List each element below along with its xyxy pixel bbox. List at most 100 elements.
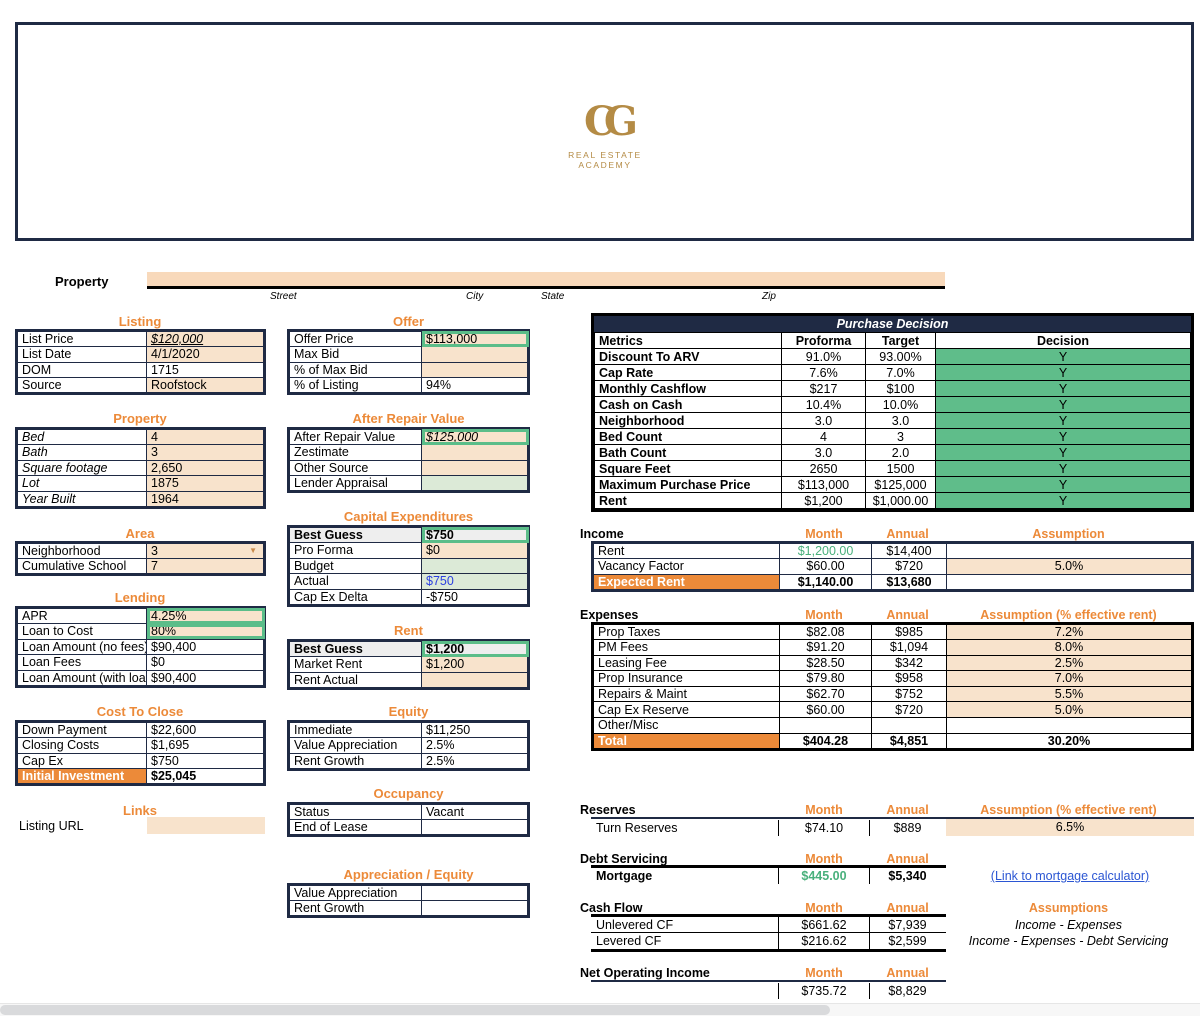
list-date-cell[interactable]: 4/1/2020 — [146, 346, 265, 363]
target-cell[interactable]: $1,000.00 — [865, 492, 936, 509]
expense-annual-cell[interactable]: $1,094 — [871, 639, 947, 656]
property-address-input[interactable] — [147, 272, 945, 289]
expense-annual-cell[interactable]: $342 — [871, 654, 947, 672]
dom-cell[interactable]: 1715 — [146, 361, 265, 379]
lot-cell[interactable]: 1875 — [146, 475, 265, 492]
decision-cell[interactable]: Y — [935, 444, 1191, 461]
proforma-cell[interactable]: 2650 — [781, 460, 866, 477]
down-payment-cell[interactable]: $22,600 — [146, 721, 265, 738]
year-built-cell[interactable]: 1964 — [146, 490, 265, 508]
expense-assumption-cell[interactable]: 2.5% — [946, 654, 1193, 672]
max-bid-cell[interactable] — [421, 346, 529, 363]
decision-cell[interactable]: Y — [935, 492, 1191, 509]
initial-investment-cell[interactable]: $25,045 — [146, 768, 265, 786]
decision-cell[interactable]: Y — [935, 428, 1191, 445]
loan-to-cost-cell[interactable]: 80% — [146, 623, 265, 640]
capex-actual-cell[interactable]: $750 — [421, 573, 529, 590]
mortgage-annual[interactable]: $5,340 — [870, 869, 945, 883]
decision-cell[interactable]: Y — [935, 396, 1191, 413]
decision-cell[interactable]: Y — [935, 476, 1191, 493]
bath-cell[interactable]: 3 — [146, 444, 265, 461]
expense-assumption-cell[interactable]: 7.0% — [946, 670, 1193, 687]
decision-cell[interactable]: Y — [935, 348, 1191, 365]
pct-max-bid-cell[interactable] — [421, 361, 529, 379]
value-appreciation-cell[interactable]: 2.5% — [421, 737, 529, 754]
pct-listing-cell[interactable]: 94% — [421, 377, 529, 395]
target-cell[interactable]: 7.0% — [865, 364, 936, 381]
horizontal-scrollbar-thumb[interactable] — [0, 1005, 830, 1015]
proforma-cell[interactable]: $1,200 — [781, 492, 866, 509]
unlevered-cf-annual[interactable]: $7,939 — [870, 918, 945, 932]
bed-cell[interactable]: 4 — [146, 428, 265, 445]
expense-assumption-cell[interactable] — [946, 716, 1193, 734]
capex-delta-cell[interactable]: -$750 — [421, 588, 529, 606]
expense-assumption-cell[interactable]: 30.20% — [946, 732, 1193, 750]
offer-price-cell[interactable]: $113,000 — [421, 330, 529, 347]
rent-growth-input[interactable] — [421, 900, 529, 917]
cumulative-school-cell[interactable]: 7 — [146, 558, 265, 575]
vacancy-assumption-cell[interactable]: 5.0% — [946, 558, 1193, 575]
expense-assumption-cell[interactable]: 5.0% — [946, 701, 1193, 718]
target-cell[interactable]: $100 — [865, 380, 936, 397]
value-appreciation-input[interactable] — [421, 884, 529, 901]
expected-rent-annual-cell[interactable]: $13,680 — [871, 573, 947, 591]
rent-annual-cell[interactable]: $14,400 — [871, 542, 947, 559]
target-cell[interactable]: 3 — [865, 428, 936, 445]
turn-reserves-assumption[interactable]: 6.5% — [946, 819, 1194, 836]
turn-reserves-month[interactable]: $74.10 — [780, 821, 868, 835]
decision-cell[interactable]: Y — [935, 380, 1191, 397]
expense-annual-cell[interactable]: $958 — [871, 670, 947, 687]
expense-month-cell[interactable]: $62.70 — [779, 685, 872, 703]
capex-best-guess-cell[interactable]: $750 — [421, 526, 529, 543]
expected-rent-month-cell[interactable]: $1,140.00 — [779, 573, 872, 591]
other-source-cell[interactable] — [421, 459, 529, 477]
expense-month-cell[interactable]: $82.08 — [779, 623, 872, 640]
rent-actual-cell[interactable] — [421, 671, 529, 689]
target-cell[interactable]: $125,000 — [865, 476, 936, 493]
proforma-cell[interactable]: 7.6% — [781, 364, 866, 381]
listing-url-input[interactable] — [147, 817, 265, 834]
expense-annual-cell[interactable] — [871, 716, 947, 734]
target-cell[interactable]: 10.0% — [865, 396, 936, 413]
lender-appraisal-cell[interactable] — [421, 475, 529, 493]
levered-cf-annual[interactable]: $2,599 — [870, 934, 945, 948]
expense-annual-cell[interactable]: $752 — [871, 685, 947, 703]
target-cell[interactable]: 93.00% — [865, 348, 936, 365]
target-cell[interactable]: 3.0 — [865, 412, 936, 429]
expense-month-cell[interactable]: $404.28 — [779, 732, 872, 750]
proforma-cell[interactable]: 4 — [781, 428, 866, 445]
expense-annual-cell[interactable]: $985 — [871, 623, 947, 640]
zestimate-cell[interactable] — [421, 444, 529, 461]
dropdown-arrow-icon[interactable]: ▼ — [249, 544, 257, 558]
loan-fees-cell[interactable]: $0 — [146, 654, 265, 671]
proforma-cell[interactable]: 3.0 — [781, 444, 866, 461]
capex-pro-forma-cell[interactable]: $0 — [421, 542, 529, 559]
proforma-cell[interactable]: $113,000 — [781, 476, 866, 493]
proforma-cell[interactable]: $217 — [781, 380, 866, 397]
neighborhood-dropdown[interactable]: 3 ▼ — [146, 542, 265, 559]
expense-assumption-cell[interactable]: 7.2% — [946, 623, 1193, 640]
decision-cell[interactable]: Y — [935, 364, 1191, 381]
market-rent-cell[interactable]: $1,200 — [421, 656, 529, 673]
cap-ex-cell[interactable]: $750 — [146, 752, 265, 770]
vacancy-month-cell[interactable]: $60.00 — [779, 558, 872, 575]
levered-cf-month[interactable]: $216.62 — [780, 934, 868, 948]
loan-amount-no-fees-cell[interactable]: $90,400 — [146, 638, 265, 656]
expense-month-cell[interactable]: $79.80 — [779, 670, 872, 687]
expected-rent-assumption-cell[interactable] — [946, 573, 1193, 591]
rent-growth-cell[interactable]: 2.5% — [421, 752, 529, 770]
rent-assumption-cell[interactable] — [946, 542, 1193, 559]
expense-annual-cell[interactable]: $720 — [871, 701, 947, 718]
turn-reserves-annual[interactable]: $889 — [870, 821, 945, 835]
proforma-cell[interactable]: 91.0% — [781, 348, 866, 365]
expense-month-cell[interactable]: $28.50 — [779, 654, 872, 672]
noi-month[interactable]: $735.72 — [780, 984, 868, 998]
loan-amount-with-fees-cell[interactable]: $90,400 — [146, 669, 265, 687]
expense-annual-cell[interactable]: $4,851 — [871, 732, 947, 750]
expense-month-cell[interactable]: $91.20 — [779, 639, 872, 656]
closing-costs-cell[interactable]: $1,695 — [146, 737, 265, 754]
apr-cell[interactable]: 4.25% — [146, 607, 265, 624]
expense-month-cell[interactable] — [779, 716, 872, 734]
arv-cell[interactable]: $125,000 — [421, 428, 529, 445]
status-cell[interactable]: Vacant — [421, 803, 529, 820]
